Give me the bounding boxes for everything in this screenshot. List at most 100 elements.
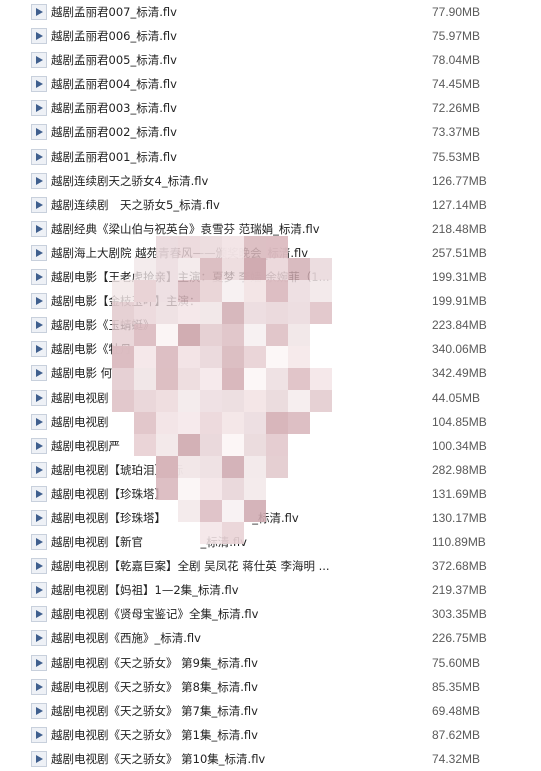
file-row[interactable]: 越剧电视剧严 100.34MB [0,434,541,458]
video-file-icon [31,76,47,93]
file-size: 340.06MB [432,342,487,357]
file-row[interactable]: 越剧电影【王老虎抢亲】主演：夏梦 李嫱 余婉菲（1... 199.31MB [0,265,541,289]
video-file-icon [31,269,47,286]
file-size: 73.37MB [432,125,481,140]
file-name[interactable]: 越剧孟丽君002_标清.flv [51,120,421,144]
file-row[interactable]: 越剧电视剧【珍珠塔】 131.69MB [0,482,541,506]
file-row[interactable]: 越剧电视剧【新官 _标清.flv 110.89MB [0,530,541,554]
file-row[interactable]: 越剧电视剧《天之骄女》 第1集_标清.flv 87.62MB [0,723,541,747]
file-name[interactable]: 越剧电视剧《天之骄女》 第8集_标清.flv [51,675,421,699]
file-name[interactable]: 越剧电视剧【珍珠塔】 [51,482,421,506]
file-row[interactable]: 越剧电视剧【珍珠塔】 _标清.flv 130.17MB [0,506,541,530]
file-name[interactable]: 越剧连续剧 天之骄女5_标清.flv [51,193,421,217]
file-size: 75.97MB [432,29,481,44]
video-file-icon [31,172,47,189]
file-name[interactable]: 越剧孟丽君001_标清.flv [51,145,421,169]
file-row[interactable]: 越剧电视剧【妈祖】1—2集_标清.flv 219.37MB [0,578,541,602]
file-row[interactable]: 越剧孟丽君006_标清.flv 75.97MB [0,24,541,48]
file-row[interactable]: 越剧电视剧 104.85MB [0,410,541,434]
file-row[interactable]: 越剧孟丽君001_标清.flv 75.53MB [0,145,541,169]
file-row[interactable]: 越剧电视剧 44.05MB [0,386,541,410]
file-row[interactable]: 越剧电视剧《天之骄女》 第8集_标清.flv 85.35MB [0,675,541,699]
file-row[interactable]: 越剧电视剧《贤母宝鉴记》全集_标清.flv 303.35MB [0,602,541,626]
video-file-icon [31,4,47,20]
video-file-icon [31,317,47,334]
file-name[interactable]: 越剧电影《牡丹 [51,337,421,361]
file-size: 130.17MB [432,510,487,525]
video-file-icon [31,52,47,69]
file-name[interactable]: 越剧孟丽君006_标清.flv [51,24,421,48]
file-row[interactable]: 越剧经典《梁山伯与祝英台》袁雪芬 范瑞娟_标清.flv 218.48MB [0,217,541,241]
file-name[interactable]: 越剧海上大剧院 越苑青春风——颁奖晚会_标清.flv [51,241,421,265]
file-name[interactable]: 越剧电视剧【新官 _标清.flv [51,530,421,554]
file-name[interactable]: 越剧经典《梁山伯与祝英台》袁雪芬 范瑞娟_标清.flv [51,217,421,241]
video-file-icon [31,485,47,502]
video-file-icon [31,124,47,141]
file-row[interactable]: 越剧电影《牡丹 340.06MB [0,337,541,361]
file-size: 342.49MB [432,366,487,381]
file-name[interactable]: 越剧电视剧 [51,410,421,434]
file-name[interactable]: 越剧孟丽君005_标清.flv [51,48,421,72]
file-size: 199.91MB [432,294,487,309]
file-row[interactable]: 越剧孟丽君007_标清.flv 77.90MB [0,0,541,24]
file-size: 218.48MB [432,221,487,236]
file-size: 44.05MB [432,390,481,405]
video-file-icon [31,413,47,430]
video-file-icon [31,437,47,454]
video-file-icon [31,28,47,45]
video-file-icon [31,293,47,310]
file-name[interactable]: 越剧孟丽君007_标清.flv [51,0,421,24]
video-file-icon [31,534,47,551]
file-name[interactable]: 越剧电视剧《西施》_标清.flv [51,626,421,650]
file-row[interactable]: 越剧电影 何 342.49MB [0,361,541,385]
file-size: 282.98MB [432,462,487,477]
video-file-icon [31,654,47,671]
file-size: 85.35MB [432,679,481,694]
video-file-icon [31,220,47,237]
video-file-icon [31,702,47,719]
file-row[interactable]: 越剧电视剧【乾嘉巨案】全剧 吴凤花 蒋仕英 李海明 ... 372.68MB [0,554,541,578]
file-row[interactable]: 越剧海上大剧院 越苑青春风——颁奖晚会_标清.flv 257.51MB [0,241,541,265]
video-file-icon [31,341,47,358]
file-size: 131.69MB [432,486,487,501]
file-name[interactable]: 越剧电视剧《天之骄女》 第1集_标清.flv [51,723,421,747]
file-size: 226.75MB [432,631,487,646]
file-row[interactable]: 越剧连续剧天之骄女4_标清.flv 126.77MB [0,169,541,193]
video-file-icon [31,678,47,695]
video-file-icon [31,461,47,478]
file-name[interactable]: 越剧电视剧【乾嘉巨案】全剧 吴凤花 蒋仕英 李海明 ... [51,554,421,578]
file-row[interactable]: 越剧电视剧《西施》_标清.flv 226.75MB [0,626,541,650]
file-name[interactable]: 越剧电影【金枝玉叶】主演： [51,289,421,313]
file-row[interactable]: 越剧孟丽君004_标清.flv 74.45MB [0,72,541,96]
file-row[interactable]: 越剧电影【金枝玉叶】主演： 199.91MB [0,289,541,313]
file-size: 219.37MB [432,583,487,598]
file-list: 越剧孟丽君007_标清.flv 77.90MB 越剧孟丽君006_标清.flv 75.… [0,0,541,771]
file-size: 72.26MB [432,101,481,116]
file-row[interactable]: 越剧孟丽君005_标清.flv 78.04MB [0,48,541,72]
file-row[interactable]: 越剧孟丽君003_标清.flv 72.26MB [0,96,541,120]
file-row[interactable]: 越剧电视剧《天之骄女》 第7集_标清.flv 69.48MB [0,699,541,723]
file-name[interactable]: 越剧电视剧【琥珀泪】_标 [51,458,421,482]
file-row[interactable]: 越剧电视剧《天之骄女》 第9集_标清.flv 75.60MB [0,651,541,675]
file-row[interactable]: 越剧电视剧【琥珀泪】_标 282.98MB [0,458,541,482]
file-row[interactable]: 越剧连续剧 天之骄女5_标清.flv 127.14MB [0,193,541,217]
file-name[interactable]: 越剧电影《玉蜻蜓》 [51,313,421,337]
file-name[interactable]: 越剧电视剧《天之骄女》 第7集_标清.flv [51,699,421,723]
file-name[interactable]: 越剧连续剧天之骄女4_标清.flv [51,169,421,193]
file-name[interactable]: 越剧电影【王老虎抢亲】主演：夏梦 李嫱 余婉菲（1... [51,265,421,289]
file-row[interactable]: 越剧电影《玉蜻蜓》 223.84MB [0,313,541,337]
file-name[interactable]: 越剧电视剧【珍珠塔】 _标清.flv [51,506,421,530]
file-name[interactable]: 越剧电视剧严 [51,434,421,458]
video-file-icon [31,148,47,165]
file-name[interactable]: 越剧孟丽君004_标清.flv [51,72,421,96]
file-name[interactable]: 越剧电视剧《贤母宝鉴记》全集_标清.flv [51,602,421,626]
file-name[interactable]: 越剧电影 何 [51,361,421,385]
video-file-icon [31,365,47,382]
file-name[interactable]: 越剧电视剧【妈祖】1—2集_标清.flv [51,578,421,602]
file-size: 372.68MB [432,559,487,574]
file-name[interactable]: 越剧孟丽君003_标清.flv [51,96,421,120]
file-row[interactable]: 越剧孟丽君002_标清.flv 73.37MB [0,120,541,144]
file-name[interactable]: 越剧电视剧《天之骄女》 第9集_标清.flv [51,651,421,675]
file-name[interactable]: 越剧电视剧 [51,386,421,410]
file-size: 77.90MB [432,5,481,19]
